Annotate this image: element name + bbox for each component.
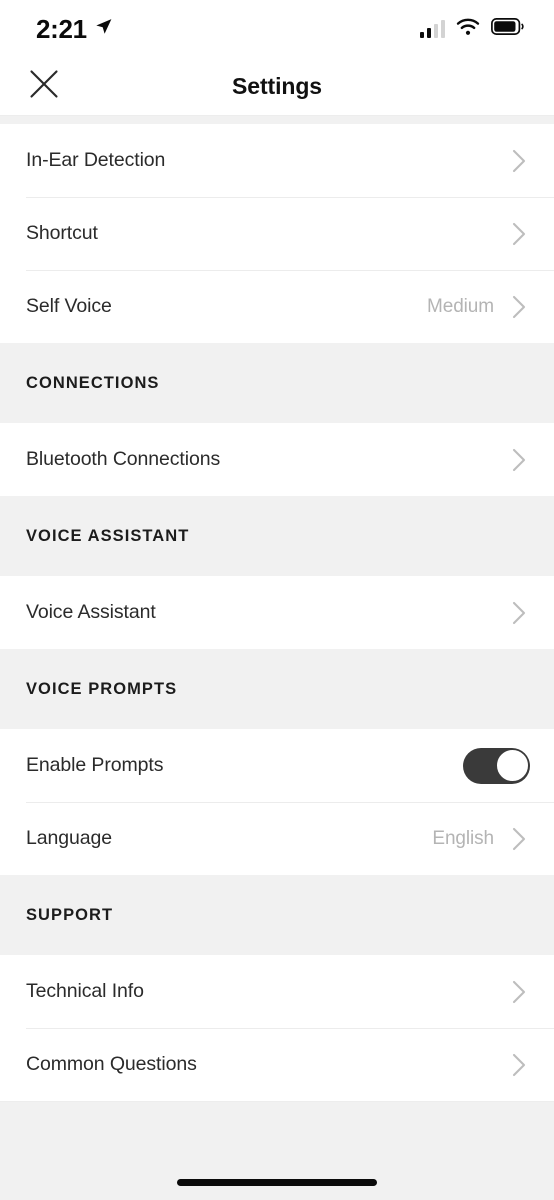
status-bar: 2:21: [0, 0, 554, 58]
settings-group-voice-prompts: Enable Prompts Language English: [0, 729, 554, 875]
settings-row-self-voice[interactable]: Self Voice Medium: [0, 270, 554, 343]
settings-row-common-questions[interactable]: Common Questions: [0, 1028, 554, 1101]
settings-row-enable-prompts[interactable]: Enable Prompts: [0, 729, 554, 802]
settings-row-shortcut[interactable]: Shortcut: [0, 197, 554, 270]
section-header-support: SUPPORT: [0, 875, 554, 955]
close-x-icon: [29, 69, 59, 104]
settings-row-bluetooth-connections[interactable]: Bluetooth Connections: [0, 423, 554, 496]
row-label: Bluetooth Connections: [26, 448, 221, 470]
status-bar-clock: 2:21: [36, 14, 87, 44]
chevron-right-icon: [508, 977, 530, 1007]
chevron-right-icon: [508, 146, 530, 176]
navigation-bar: Settings: [0, 58, 554, 115]
settings-group-voice-assistant: Voice Assistant: [0, 576, 554, 649]
section-header-label: SUPPORT: [26, 905, 114, 924]
settings-screen: 2:21 Settings In-Ear Detection Shortcut …: [0, 0, 554, 1200]
row-label: In-Ear Detection: [26, 149, 166, 171]
row-label: Enable Prompts: [26, 754, 164, 776]
settings-row-technical-info[interactable]: Technical Info: [0, 955, 554, 1028]
settings-group-connections: Bluetooth Connections: [0, 423, 554, 496]
chevron-right-icon: [508, 219, 530, 249]
row-label: Technical Info: [26, 980, 144, 1002]
row-label: Common Questions: [26, 1053, 197, 1075]
settings-row-voice-assistant[interactable]: Voice Assistant: [0, 576, 554, 649]
page-title: Settings: [232, 73, 322, 99]
list-footer-space: [0, 1101, 554, 1158]
location-arrow-icon: [94, 17, 113, 41]
row-label: Self Voice: [26, 295, 112, 317]
home-indicator-area: [0, 1158, 554, 1200]
settings-list[interactable]: In-Ear Detection Shortcut Self Voice Med…: [0, 115, 554, 1158]
row-value: English: [432, 827, 494, 849]
enable-prompts-toggle[interactable]: [463, 747, 530, 784]
row-label: Shortcut: [26, 222, 98, 244]
chevron-right-icon: [508, 292, 530, 322]
row-label: Voice Assistant: [26, 601, 156, 623]
section-header-voice-assistant: VOICE ASSISTANT: [0, 496, 554, 576]
chevron-right-icon: [508, 598, 530, 628]
wifi-icon: [456, 18, 480, 41]
home-indicator-bar[interactable]: [177, 1178, 377, 1186]
section-header-label: VOICE ASSISTANT: [26, 526, 190, 545]
section-header-label: CONNECTIONS: [26, 373, 160, 392]
row-label: Language: [26, 827, 112, 849]
close-button[interactable]: [24, 67, 64, 107]
status-bar-right: [419, 18, 525, 41]
chevron-right-icon: [508, 1050, 530, 1080]
chevron-right-icon: [508, 445, 530, 475]
section-header-label: VOICE PROMPTS: [26, 679, 178, 698]
settings-group-general: In-Ear Detection Shortcut Self Voice Med…: [0, 124, 554, 343]
row-value: Medium: [427, 295, 494, 317]
settings-row-in-ear-detection[interactable]: In-Ear Detection: [0, 124, 554, 197]
status-bar-left: 2:21: [36, 16, 113, 42]
section-header-voice-prompts: VOICE PROMPTS: [0, 649, 554, 729]
settings-group-support: Technical Info Common Questions: [0, 955, 554, 1101]
battery-icon: [491, 18, 524, 40]
toggle-knob: [495, 749, 529, 782]
cellular-signal-icon: [419, 20, 445, 38]
partial-section-header-top: [0, 115, 554, 124]
section-header-connections: CONNECTIONS: [0, 343, 554, 423]
chevron-right-icon: [508, 824, 530, 854]
settings-row-language[interactable]: Language English: [0, 802, 554, 875]
